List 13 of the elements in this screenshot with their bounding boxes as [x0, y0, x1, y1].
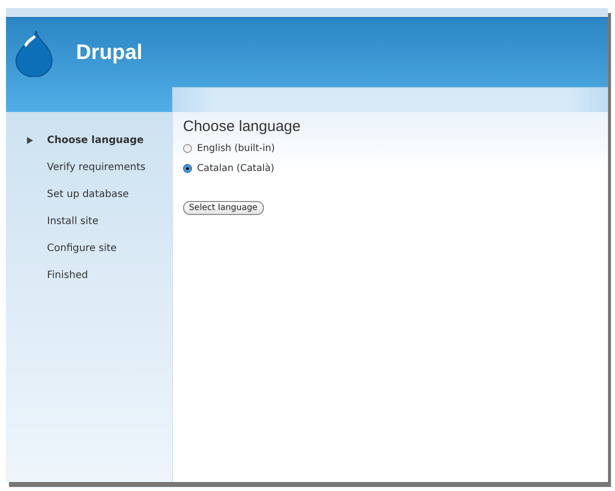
page-title: Choose language [183, 118, 302, 135]
option-label: English (built-in) [197, 143, 275, 154]
step-label: Install site [47, 216, 98, 226]
step-label: Configure site [47, 242, 117, 254]
select-language-button[interactable]: Select language [183, 201, 264, 215]
site-name: Drupal [76, 40, 143, 64]
option-label: Catalan (Català) [197, 163, 274, 174]
radio-button[interactable] [183, 144, 192, 153]
step-label: Verify requirements [47, 162, 146, 172]
radio-button[interactable] [183, 164, 192, 173]
step-label: Finished [47, 270, 88, 280]
step-label: Set up database [47, 188, 129, 200]
step-label: Choose language [47, 134, 144, 146]
